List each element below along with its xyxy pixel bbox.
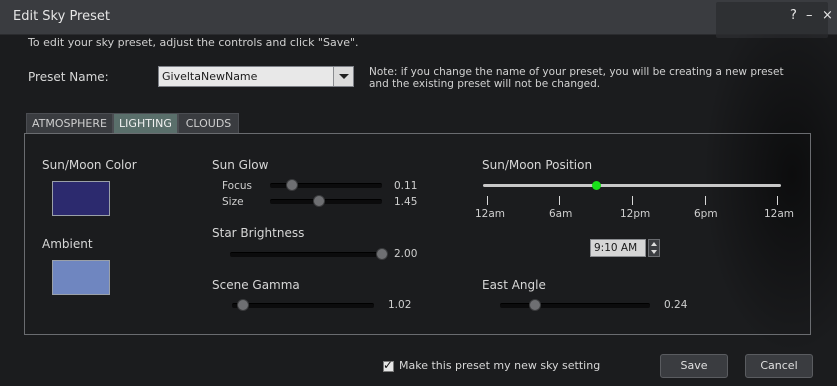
size-label: Size (222, 196, 244, 208)
tick-label-12am: 12am (475, 208, 506, 220)
focus-slider-knob[interactable] (286, 179, 298, 191)
tab-atmosphere[interactable]: ATMOSPHERE (26, 113, 113, 133)
east-angle-value: 0.24 (664, 299, 688, 311)
time-tick (487, 196, 488, 205)
tick-label-12am-end: 12am (764, 208, 795, 220)
preset-name-combo[interactable]: GiveltaNewName (158, 66, 354, 87)
star-brightness-slider-track[interactable] (230, 252, 388, 257)
focus-value: 0.11 (394, 180, 418, 192)
make-default-label: Make this preset my new sky setting (399, 359, 601, 372)
time-tick (777, 196, 778, 205)
scene-gamma-label: Scene Gamma (212, 278, 300, 292)
close-icon[interactable]: × (822, 8, 833, 23)
help-icon[interactable]: ? (790, 8, 797, 23)
sun-moon-color-swatch[interactable] (52, 181, 110, 216)
time-input[interactable]: 9:10 AM (590, 239, 646, 257)
preset-name-value: GiveltaNewName (162, 70, 258, 83)
checkmark-icon: ✓ (383, 358, 394, 372)
preset-note: Note: if you change the name of your pre… (369, 66, 784, 90)
size-slider-knob[interactable] (313, 195, 325, 207)
ambient-label: Ambient (42, 237, 93, 251)
save-button[interactable]: Save (660, 354, 728, 378)
cancel-button[interactable]: Cancel (745, 354, 813, 378)
lighting-panel (24, 133, 811, 335)
scene-gamma-slider-knob[interactable] (237, 299, 249, 311)
scene-gamma-value: 1.02 (388, 299, 412, 311)
star-brightness-slider-knob[interactable] (376, 248, 388, 260)
spinner-down-icon[interactable] (651, 250, 657, 254)
east-angle-slider-track[interactable] (500, 303, 650, 308)
preset-dropdown-button[interactable] (333, 67, 353, 86)
tick-label-6am: 6am (549, 208, 573, 220)
sun-moon-color-label: Sun/Moon Color (42, 158, 137, 172)
star-brightness-label: Star Brightness (212, 226, 305, 240)
minimize-icon[interactable]: – (806, 8, 813, 23)
ambient-color-swatch[interactable] (52, 260, 110, 295)
scene-gamma-slider-track[interactable] (232, 303, 374, 308)
size-value: 1.45 (394, 196, 418, 208)
time-tick (705, 196, 706, 205)
star-brightness-value: 2.00 (394, 248, 418, 260)
title-bar (0, 0, 837, 35)
time-value: 9:10 AM (594, 242, 638, 254)
sun-moon-position-track[interactable] (483, 184, 781, 187)
size-slider-track[interactable] (270, 199, 382, 204)
sun-glow-label: Sun Glow (212, 158, 269, 172)
sun-moon-position-indicator[interactable] (592, 181, 601, 190)
spinner-up-icon[interactable] (651, 242, 657, 246)
focus-label: Focus (222, 180, 252, 192)
tick-label-12pm: 12pm (620, 208, 651, 220)
time-tick (559, 196, 560, 205)
intro-text: To edit your sky preset, adjust the cont… (28, 36, 359, 49)
chevron-down-icon (339, 74, 349, 79)
tab-clouds[interactable]: CLOUDS (178, 113, 239, 133)
sun-moon-position-label: Sun/Moon Position (482, 158, 593, 172)
window-title: Edit Sky Preset (13, 9, 110, 24)
tick-label-6pm: 6pm (694, 208, 718, 220)
preset-name-label: Preset Name: (28, 70, 109, 84)
time-spinner[interactable] (648, 239, 660, 257)
tab-lighting[interactable]: LIGHTING (113, 113, 178, 133)
time-tick (632, 196, 633, 205)
east-angle-slider-knob[interactable] (529, 299, 541, 311)
east-angle-label: East Angle (482, 278, 546, 292)
